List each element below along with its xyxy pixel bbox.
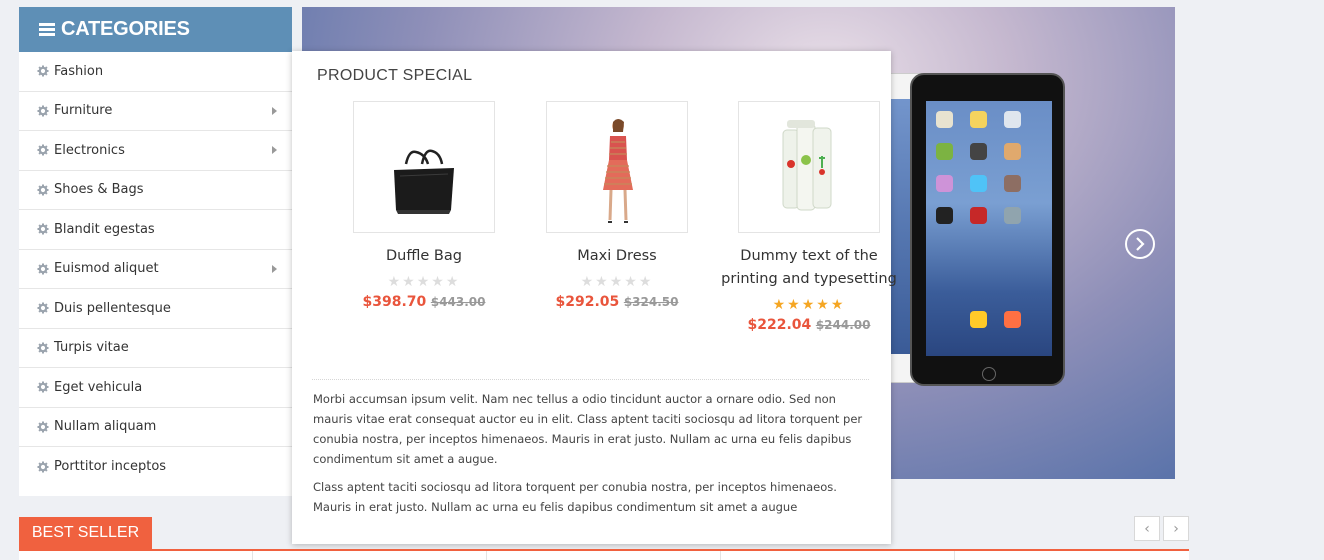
category-item[interactable]: Furniture — [19, 92, 292, 131]
star-icon: ★ — [772, 297, 788, 313]
category-item[interactable]: Fashion — [19, 52, 292, 92]
categories-title: CATEGORIES — [61, 18, 190, 40]
category-item[interactable]: Eget vehicula — [19, 368, 292, 408]
product-card[interactable]: Duffle Bag ★★★★★ $398.70 $443.00 — [329, 101, 519, 310]
gear-icon — [37, 65, 49, 77]
star-icon: ★ — [402, 274, 417, 290]
app-icon — [1004, 311, 1021, 328]
best-seller-tab[interactable]: BEST SELLER — [19, 517, 152, 549]
categories-header[interactable]: CATEGORIES — [19, 7, 292, 52]
menu-icon — [39, 23, 55, 36]
product-price: $222.04 $244.00 — [747, 317, 871, 333]
product-name[interactable]: Dummy text of the printing and typesetti… — [714, 245, 904, 291]
category-label: Nullam aliquam — [54, 419, 157, 435]
product-special-title: PRODUCT SPECIAL — [317, 67, 473, 84]
category-label: Turpis vitae — [54, 340, 129, 356]
product-price: $398.70 $443.00 — [362, 294, 486, 310]
category-label: Eget vehicula — [54, 379, 143, 395]
rating-stars: ★★★★★ — [714, 297, 904, 313]
star-icon: ★ — [445, 274, 461, 290]
star-icon: ★ — [638, 274, 654, 290]
category-label: Furniture — [54, 103, 113, 119]
star-icon: ★ — [787, 297, 802, 313]
rating-stars: ★★★★★ — [522, 274, 712, 290]
gear-icon — [37, 184, 49, 196]
app-icon — [936, 143, 953, 160]
app-icon — [970, 175, 987, 192]
product-special-description: Morbi accumsan ipsum velit. Nam nec tell… — [313, 389, 873, 517]
rating-stars: ★★★★★ — [329, 274, 519, 290]
category-label: Duis pellentesque — [54, 300, 171, 316]
gear-icon — [37, 302, 49, 314]
product-card[interactable]: Dummy text of the printing and typesetti… — [714, 101, 904, 333]
product-card[interactable]: Maxi Dress ★★★★★ $292.05 $324.50 — [522, 101, 712, 310]
categories-panel: CATEGORIES Fashion Furniture Electronics Sh… — [19, 7, 292, 496]
app-icon — [936, 111, 953, 128]
app-icon — [936, 175, 953, 192]
category-label: Fashion — [54, 63, 104, 79]
product-price: $292.05 $324.50 — [555, 294, 679, 310]
divider — [312, 379, 869, 380]
category-item[interactable]: Duis pellentesque — [19, 289, 292, 329]
slider-next-button[interactable] — [1125, 229, 1155, 259]
category-item[interactable]: Porttitor inceptos — [19, 447, 292, 487]
star-icon: ★ — [416, 274, 432, 290]
chevron-right-icon — [272, 264, 277, 273]
app-icon — [1004, 143, 1021, 160]
category-item[interactable]: Blandit egestas — [19, 210, 292, 250]
app-icon — [1004, 175, 1021, 192]
app-icon — [1004, 111, 1021, 128]
product-special-popup: PRODUCT SPECIAL Duffle Bag ★★★★★ $398.70… — [292, 51, 897, 544]
category-label: Euismod aliquet — [54, 261, 159, 277]
best-seller-grid — [19, 551, 1189, 560]
gear-icon — [37, 144, 49, 156]
gear-icon — [37, 381, 49, 393]
star-icon: ★ — [431, 274, 446, 290]
description-paragraph: Class aptent taciti sociosqu ad litora t… — [313, 480, 837, 514]
category-item[interactable]: Turpis vitae — [19, 329, 292, 368]
star-icon: ★ — [609, 274, 625, 290]
product-name[interactable]: Maxi Dress — [522, 245, 712, 268]
gear-icon — [37, 421, 49, 433]
star-icon: ★ — [801, 297, 817, 313]
star-icon: ★ — [580, 274, 596, 290]
category-item[interactable]: Electronics — [19, 131, 292, 171]
star-icon: ★ — [387, 274, 403, 290]
chevron-right-icon — [1136, 237, 1145, 251]
category-label: Electronics — [54, 142, 125, 158]
product-name[interactable]: Duffle Bag — [329, 245, 519, 268]
category-item[interactable]: Shoes & Bags — [19, 171, 292, 210]
app-icon — [936, 207, 953, 224]
app-icon — [970, 143, 987, 160]
category-item[interactable]: Euismod aliquet — [19, 250, 292, 289]
carousel-prev-button[interactable]: ‹ — [1134, 516, 1160, 541]
app-icon — [1004, 207, 1021, 224]
app-icon — [970, 111, 987, 128]
chevron-right-icon — [272, 146, 277, 155]
tablet-black-image — [910, 73, 1065, 386]
star-icon: ★ — [595, 274, 610, 290]
gear-icon — [37, 342, 49, 354]
app-icon — [970, 207, 987, 224]
star-icon: ★ — [816, 297, 831, 313]
category-item[interactable]: Nullam aliquam — [19, 408, 292, 447]
star-icon: ★ — [830, 297, 846, 313]
description-paragraph: Morbi accumsan ipsum velit. Nam nec tell… — [313, 392, 863, 466]
gear-icon — [37, 461, 49, 473]
product-image-cosmetics[interactable] — [738, 101, 880, 233]
carousel-next-button[interactable]: › — [1163, 516, 1189, 541]
product-image-maxi-dress[interactable] — [546, 101, 688, 233]
category-label: Shoes & Bags — [54, 182, 144, 198]
app-icon — [970, 311, 987, 328]
product-image-duffle-bag[interactable] — [353, 101, 495, 233]
star-icon: ★ — [624, 274, 639, 290]
gear-icon — [37, 223, 49, 235]
gear-icon — [37, 263, 49, 275]
chevron-right-icon — [272, 106, 277, 115]
category-list: Fashion Furniture Electronics Shoes & Bags B… — [19, 52, 292, 487]
category-label: Blandit egestas — [54, 221, 155, 237]
category-label: Porttitor inceptos — [54, 459, 167, 475]
gear-icon — [37, 105, 49, 117]
